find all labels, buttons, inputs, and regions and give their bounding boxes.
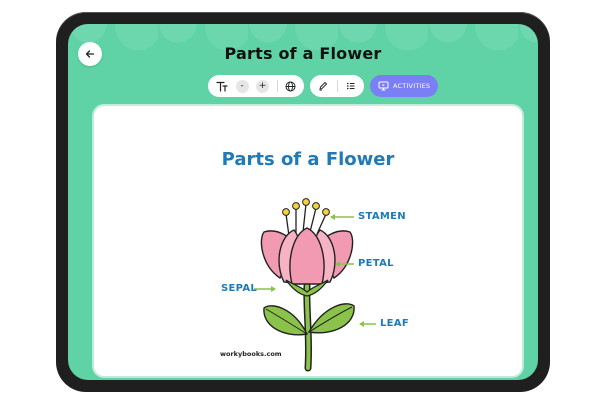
- label-stamen: STAMEN: [358, 211, 406, 222]
- flower-illustration: [254, 198, 376, 372]
- toolbar: - + ACTIVITIES: [208, 75, 439, 97]
- activities-button[interactable]: ACTIVITIES: [370, 75, 439, 97]
- text-size-increase-button[interactable]: +: [256, 79, 269, 93]
- text-size-decrease-button[interactable]: -: [235, 79, 249, 93]
- pencil-icon[interactable]: [318, 81, 328, 91]
- tablet-frame: Parts of a Flower - + ACTIVITIES Parts o…: [56, 12, 550, 392]
- edit-tools-group: [310, 75, 364, 97]
- list-icon[interactable]: [346, 81, 356, 91]
- text-tools-group: - +: [208, 75, 304, 97]
- content-card: Parts of a Flower STAMEN PETAL SEPAL LEA…: [94, 106, 522, 376]
- presentation-icon: [378, 81, 389, 91]
- label-leaf: LEAF: [380, 318, 409, 329]
- worksheet-page: Parts of a Flower STAMEN PETAL SEPAL LEA…: [176, 136, 440, 376]
- label-petal: PETAL: [358, 258, 394, 269]
- activities-label: ACTIVITIES: [393, 82, 431, 90]
- toolbar-divider: [276, 80, 278, 92]
- label-sepal: SEPAL: [221, 283, 258, 294]
- globe-icon[interactable]: [285, 81, 296, 92]
- toolbar-divider: [336, 80, 338, 92]
- credit-text: workybooks.com: [220, 350, 282, 358]
- text-format-icon[interactable]: [216, 81, 228, 92]
- page-title: Parts of a Flower: [224, 44, 382, 63]
- app-screen: Parts of a Flower - + ACTIVITIES Parts o…: [68, 24, 538, 380]
- petals: [260, 227, 354, 285]
